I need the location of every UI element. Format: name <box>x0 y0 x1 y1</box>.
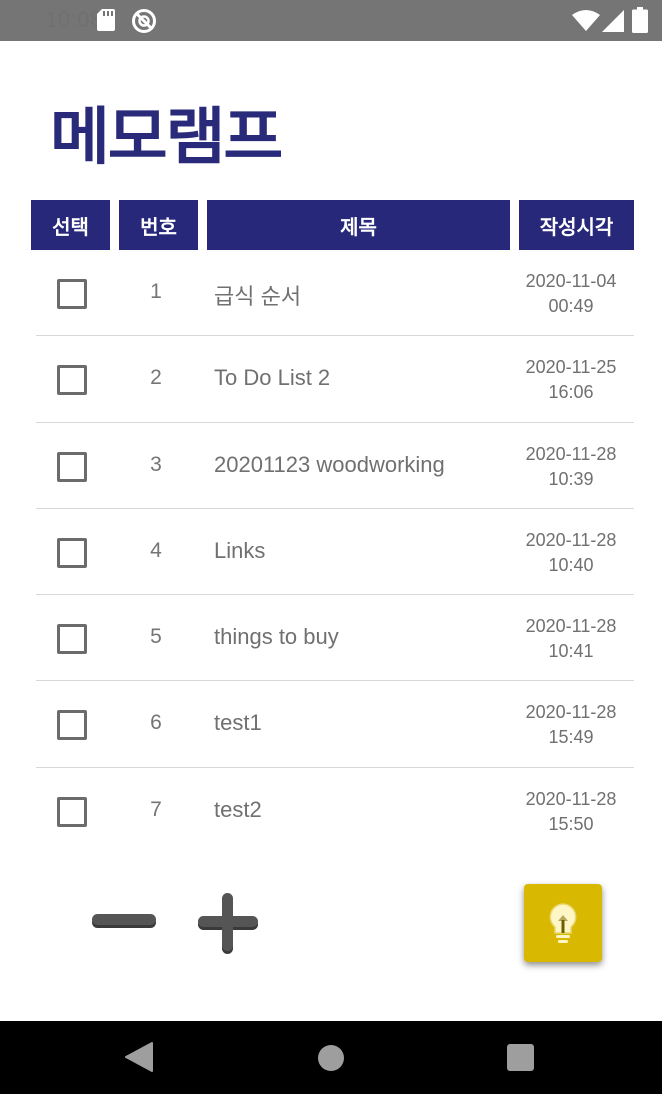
status-time: 10:08 <box>45 7 103 32</box>
row-number: 1 <box>150 280 162 303</box>
do-not-disturb-icon <box>132 9 156 33</box>
memo-row[interactable]: 2 To Do List 2 2020-11-25 16:06 <box>36 336 634 423</box>
memo-row[interactable]: 4 Links 2020-11-28 10:40 <box>36 509 634 596</box>
row-timestamp: 2020-11-28 10:39 <box>511 442 631 492</box>
memo-row[interactable]: 6 test1 2020-11-28 15:49 <box>36 681 634 768</box>
app-title: 메모램프 <box>50 100 283 173</box>
back-icon[interactable] <box>124 1041 154 1073</box>
row-number: 4 <box>150 538 162 562</box>
row-date: 2020-11-28 <box>525 788 617 809</box>
row-checkbox[interactable] <box>57 537 87 568</box>
header-time: 작성시각 <box>519 200 634 250</box>
status-bar: 10:08 <box>0 0 662 41</box>
row-number: 5 <box>150 625 162 649</box>
lamp-button[interactable] <box>524 884 602 962</box>
row-date: 2020-11-28 <box>525 529 617 550</box>
header-select: 선택 <box>31 200 110 250</box>
row-title[interactable]: To Do List 2 <box>214 365 330 391</box>
add-memo-button[interactable] <box>193 890 261 956</box>
row-date: 2020-11-28 <box>525 616 617 637</box>
row-title[interactable]: 20201123 woodworking <box>214 452 445 478</box>
minus-icon <box>92 914 156 928</box>
row-clock: 10:39 <box>548 468 594 489</box>
row-checkbox[interactable] <box>57 796 87 827</box>
row-title[interactable]: things to buy <box>214 624 339 650</box>
row-number: 3 <box>150 452 162 476</box>
sd-card-icon <box>97 9 115 31</box>
row-title[interactable]: test2 <box>214 797 262 823</box>
wifi-icon <box>572 10 600 31</box>
home-icon[interactable] <box>317 1044 345 1072</box>
row-timestamp: 2020-11-28 10:40 <box>511 528 631 578</box>
row-checkbox[interactable] <box>57 451 87 482</box>
row-checkbox[interactable] <box>57 710 87 741</box>
header-number: 번호 <box>119 200 198 250</box>
row-title[interactable]: 급식 순서 <box>214 279 301 311</box>
lightbulb-icon <box>549 903 577 943</box>
header-title: 제목 <box>207 200 510 250</box>
row-date: 2020-11-28 <box>525 443 617 464</box>
row-title[interactable]: test1 <box>214 710 262 736</box>
recent-apps-icon[interactable] <box>507 1044 534 1071</box>
plus-icon <box>198 893 258 954</box>
signal-icon <box>602 10 624 32</box>
row-clock: 15:49 <box>548 727 594 748</box>
row-timestamp: 2020-11-28 15:49 <box>511 700 631 750</box>
row-number: 7 <box>150 797 162 821</box>
row-date: 2020-11-25 <box>525 357 617 378</box>
battery-icon <box>632 7 648 33</box>
row-timestamp: 2020-11-25 16:06 <box>511 355 631 405</box>
row-number: 2 <box>150 366 162 390</box>
row-checkbox[interactable] <box>57 624 87 655</box>
row-timestamp: 2020-11-28 10:41 <box>511 614 631 664</box>
row-clock: 10:40 <box>548 554 594 575</box>
row-timestamp: 2020-11-04 00:49 <box>511 269 631 319</box>
row-date: 2020-11-28 <box>525 702 617 723</box>
row-checkbox[interactable] <box>57 365 87 396</box>
row-clock: 10:41 <box>548 641 594 662</box>
row-timestamp: 2020-11-28 15:50 <box>511 787 631 837</box>
navigation-bar <box>0 1021 662 1094</box>
row-date: 2020-11-04 <box>525 271 617 291</box>
row-number: 6 <box>150 711 162 735</box>
row-clock: 00:49 <box>548 296 594 316</box>
memo-row[interactable]: 1 급식 순서 2020-11-04 00:49 <box>36 250 634 337</box>
row-clock: 15:50 <box>548 813 594 834</box>
memo-row[interactable]: 3 20201123 woodworking 2020-11-28 10:39 <box>36 423 634 509</box>
row-checkbox[interactable] <box>57 279 87 309</box>
row-clock: 16:06 <box>548 382 594 403</box>
delete-memo-button[interactable] <box>88 900 160 944</box>
row-title[interactable]: Links <box>214 538 265 564</box>
memo-row[interactable]: 7 test2 2020-11-28 15:50 <box>36 768 634 854</box>
memo-row[interactable]: 5 things to buy 2020-11-28 10:41 <box>36 595 634 682</box>
memo-list: 1 급식 순서 2020-11-04 00:49 2 To Do List 2 … <box>36 250 634 854</box>
